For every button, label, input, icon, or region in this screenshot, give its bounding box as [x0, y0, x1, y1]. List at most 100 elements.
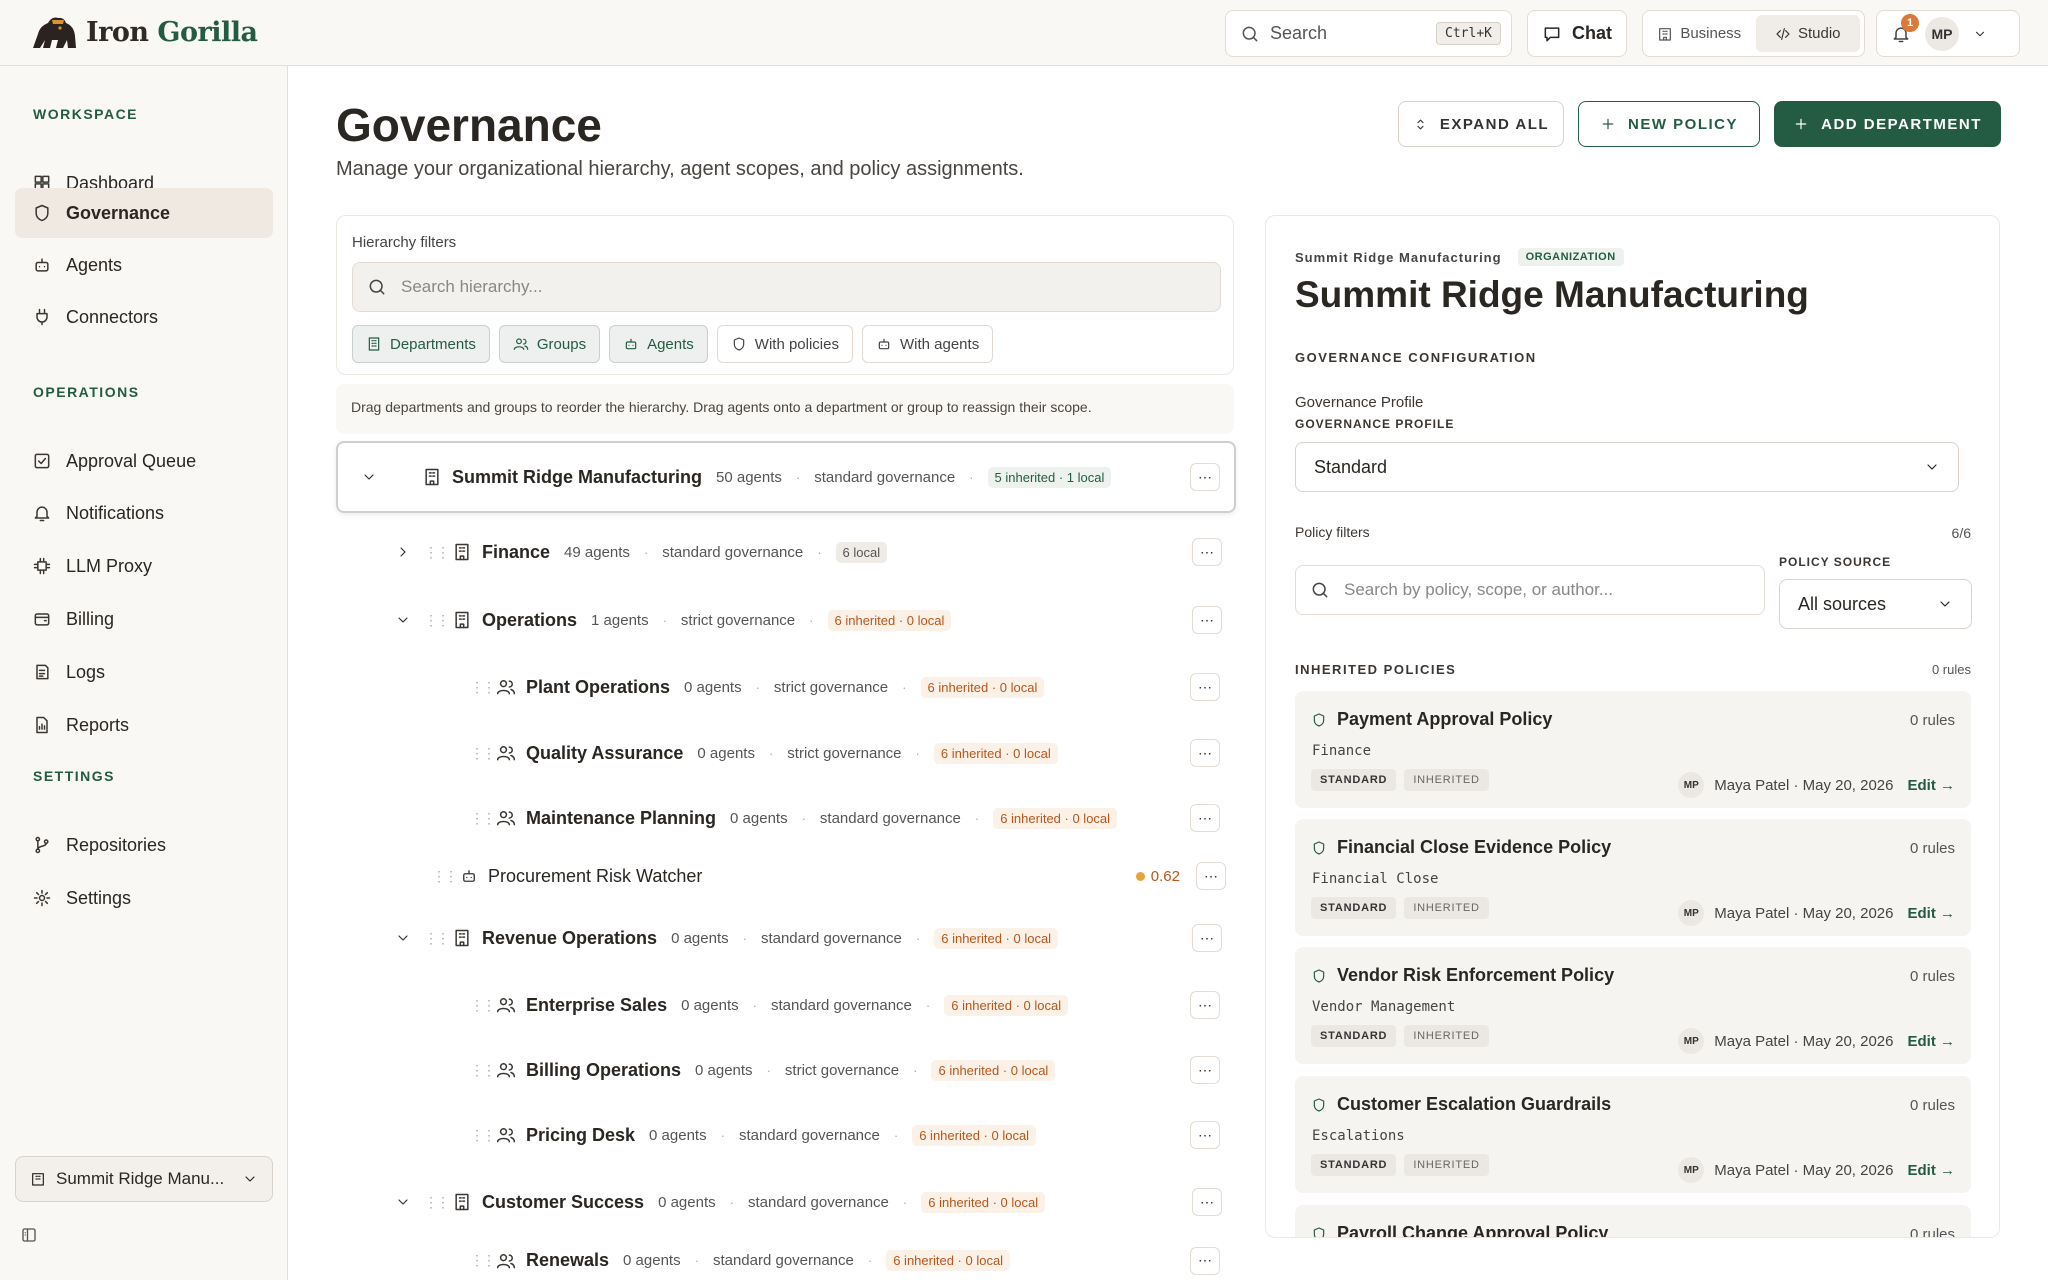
- chip-groups[interactable]: Groups: [498, 325, 601, 363]
- governance-profile-select[interactable]: Standard: [1295, 442, 1959, 492]
- sidebar-item-repositories[interactable]: Repositories: [15, 820, 273, 870]
- tree-row-department[interactable]: ⋮⋮ Operations 1 agents · strict governan…: [380, 591, 1234, 649]
- brand-logo[interactable]: Iron Gorilla: [30, 14, 258, 50]
- drag-handle[interactable]: ⋮⋮: [470, 1252, 496, 1269]
- sidebar-item-billing[interactable]: Billing: [15, 594, 273, 644]
- collapse-toggle[interactable]: [358, 469, 380, 485]
- policy-name: Financial Close Evidence Policy: [1337, 837, 1612, 857]
- row-menu-button[interactable]: ⋯: [1190, 739, 1220, 767]
- row-menu-button[interactable]: ⋯: [1190, 1246, 1220, 1275]
- org-switcher[interactable]: Summit Ridge Manu...: [15, 1156, 273, 1202]
- tree-row-agent[interactable]: ⋮⋮ Procurement Risk Watcher 0.62 ⋯: [420, 856, 1232, 896]
- edit-policy-link[interactable]: Edit →: [1908, 777, 1956, 794]
- avatar[interactable]: MP: [1925, 16, 1959, 51]
- check-square-icon: [34, 453, 50, 469]
- mode-business[interactable]: Business: [1647, 15, 1752, 52]
- policy-card[interactable]: Payroll Change Approval Policy 0 rules: [1295, 1205, 1971, 1237]
- row-menu-button[interactable]: ⋯: [1192, 924, 1222, 952]
- collapse-sidebar-button[interactable]: [20, 1226, 38, 1244]
- drag-handle[interactable]: ⋮⋮: [470, 810, 496, 827]
- row-menu-button[interactable]: ⋯: [1190, 463, 1220, 491]
- tree-row-group[interactable]: ⋮⋮ Plant Operations 0 agents · strict go…: [420, 659, 1232, 715]
- sidebar-item-connectors[interactable]: Connectors: [15, 292, 273, 342]
- tree-row-organization[interactable]: Summit Ridge Manufacturing 50 agents · s…: [336, 441, 1236, 513]
- policy-card[interactable]: Vendor Risk Enforcement Policy 0 rules V…: [1295, 947, 1971, 1064]
- sidebar-item-agents[interactable]: Agents: [15, 240, 273, 290]
- row-menu-button[interactable]: ⋯: [1190, 991, 1220, 1019]
- expand-toggle[interactable]: [392, 544, 414, 560]
- row-menu-button[interactable]: ⋯: [1190, 1056, 1220, 1084]
- new-policy-button[interactable]: NEW POLICY: [1578, 101, 1760, 147]
- sidebar-item-label: Approval Queue: [66, 450, 197, 471]
- chip-with-agents[interactable]: With agents: [861, 325, 994, 363]
- tree-row-group[interactable]: ⋮⋮ Enterprise Sales 0 agents · standard …: [420, 977, 1232, 1033]
- tree-row-group[interactable]: ⋮⋮ Pricing Desk 0 agents · standard gove…: [420, 1107, 1232, 1163]
- policy-count-badge: 6 inherited · 0 local: [993, 807, 1118, 829]
- tree-row-department[interactable]: ⋮⋮ Revenue Operations 0 agents · standar…: [380, 909, 1234, 967]
- mode-studio[interactable]: Studio: [1755, 15, 1860, 52]
- sidebar-item-reports[interactable]: Reports: [15, 700, 273, 750]
- edit-policy-link[interactable]: Edit →: [1908, 905, 1956, 922]
- policy-count-badge: 6 inherited · 0 local: [931, 1059, 1056, 1081]
- drag-handle[interactable]: ⋮⋮: [470, 1127, 496, 1144]
- tree-row-group[interactable]: ⋮⋮ Quality Assurance 0 agents · strict g…: [420, 725, 1232, 781]
- drag-handle[interactable]: ⋮⋮: [470, 745, 496, 762]
- drag-handle[interactable]: ⋮⋮: [424, 612, 450, 629]
- hierarchy-search-input[interactable]: Search hierarchy...: [352, 262, 1221, 312]
- tree-row-group[interactable]: ⋮⋮ Renewals 0 agents · standard governan…: [420, 1241, 1232, 1280]
- drag-handle[interactable]: ⋮⋮: [470, 1062, 496, 1079]
- chip-agents[interactable]: Agents: [609, 325, 708, 363]
- edit-policy-link[interactable]: Edit →: [1908, 1033, 1956, 1050]
- row-menu-button[interactable]: ⋯: [1192, 1188, 1222, 1216]
- policy-source-select[interactable]: All sources: [1779, 579, 1972, 629]
- row-menu-button[interactable]: ⋯: [1196, 862, 1226, 890]
- chat-button[interactable]: Chat: [1527, 10, 1627, 57]
- inherited-count: 0 rules: [1931, 662, 1971, 677]
- sidebar-item-approval-queue[interactable]: Approval Queue: [15, 436, 273, 486]
- notifications-button[interactable]: 1: [1891, 13, 1919, 44]
- chip-departments[interactable]: Departments: [352, 325, 490, 363]
- shield-icon: [1313, 968, 1325, 983]
- profile-caption: GOVERNANCE PROFILE: [1295, 417, 1455, 431]
- sidebar-item-notifications[interactable]: Notifications: [15, 488, 273, 538]
- chevron-down-icon[interactable]: [1973, 27, 1987, 41]
- collapse-toggle[interactable]: [392, 930, 414, 946]
- sidebar-item-settings[interactable]: Settings: [15, 873, 273, 923]
- drag-handle[interactable]: ⋮⋮: [424, 930, 450, 947]
- row-menu-button[interactable]: ⋯: [1192, 606, 1222, 634]
- row-menu-button[interactable]: ⋯: [1190, 673, 1220, 701]
- mode-business-label: Business: [1680, 25, 1742, 42]
- policy-scope: Escalations: [1312, 1128, 1405, 1144]
- row-menu-button[interactable]: ⋯: [1190, 804, 1220, 832]
- tree-row-group[interactable]: ⋮⋮ Billing Operations 0 agents · strict …: [420, 1042, 1232, 1098]
- drag-handle[interactable]: ⋮⋮: [424, 1194, 450, 1211]
- policy-card[interactable]: Customer Escalation Guardrails 0 rules E…: [1295, 1076, 1971, 1193]
- policy-card[interactable]: Payment Approval Policy 0 rules Finance …: [1295, 691, 1971, 808]
- expand-all-button[interactable]: EXPAND ALL: [1398, 101, 1564, 147]
- edit-policy-link[interactable]: Edit →: [1908, 1162, 1956, 1179]
- drag-handle[interactable]: ⋮⋮: [432, 868, 458, 885]
- chip-with-policies[interactable]: With policies: [716, 325, 853, 363]
- tree-row-department[interactable]: ⋮⋮ Customer Success 0 agents · standard …: [380, 1173, 1234, 1231]
- sidebar-item-governance[interactable]: Governance: [15, 188, 273, 238]
- tree-row-group[interactable]: ⋮⋮ Maintenance Planning 0 agents · stand…: [420, 790, 1232, 846]
- node-agent-count: 0 agents: [697, 744, 755, 762]
- add-department-button[interactable]: ADD DEPARTMENT: [1774, 101, 2001, 147]
- sidebar-item-llm-proxy[interactable]: LLM Proxy: [15, 541, 273, 591]
- drag-handle[interactable]: ⋮⋮: [470, 679, 496, 696]
- node-agent-count: 1 agents: [591, 611, 649, 629]
- collapse-toggle[interactable]: [392, 612, 414, 628]
- row-menu-button[interactable]: ⋯: [1192, 538, 1222, 566]
- policy-name: Customer Escalation Guardrails: [1337, 1094, 1612, 1114]
- drag-handle[interactable]: ⋮⋮: [424, 544, 450, 561]
- node-type-badge: ORGANIZATION: [1517, 248, 1624, 266]
- drag-handle[interactable]: ⋮⋮: [470, 997, 496, 1014]
- hierarchy-search-placeholder: Search hierarchy...: [401, 277, 543, 296]
- policy-search-input[interactable]: Search by policy, scope, or author...: [1295, 565, 1765, 615]
- row-menu-button[interactable]: ⋯: [1190, 1121, 1220, 1149]
- collapse-toggle[interactable]: [392, 1194, 414, 1210]
- sidebar-item-logs[interactable]: Logs: [15, 647, 273, 697]
- global-search[interactable]: Search Ctrl+K: [1225, 10, 1512, 57]
- tree-row-department[interactable]: ⋮⋮ Finance 49 agents · standard governan…: [380, 523, 1234, 581]
- policy-card[interactable]: Financial Close Evidence Policy 0 rules …: [1295, 819, 1971, 936]
